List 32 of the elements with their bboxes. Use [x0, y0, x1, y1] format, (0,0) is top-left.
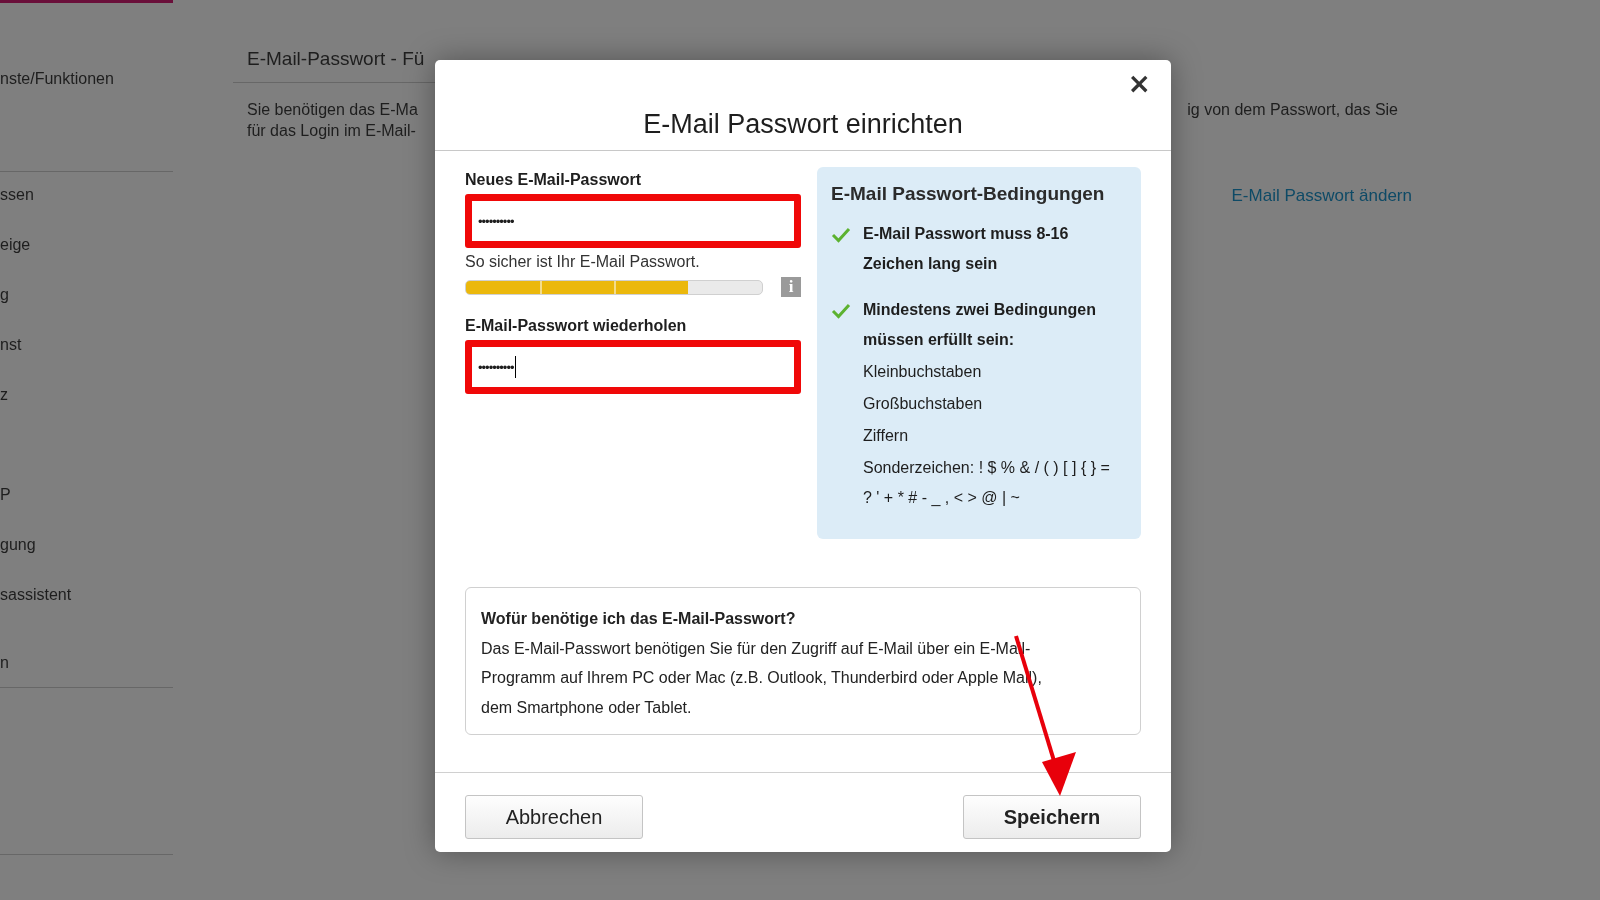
condition-text: Großbuchstaben	[863, 394, 984, 414]
page-text: ig von dem Passwort, das Sie	[1187, 100, 1398, 120]
check-icon	[831, 227, 851, 243]
strength-label: So sicher ist Ihr E-Mail Passwort.	[465, 253, 701, 271]
conditions-title: E-Mail Passwort-Bedingungen	[831, 183, 1106, 205]
page-text: Sie benötigen das E-Ma für das Login im E-Mail-	[247, 100, 418, 141]
field-label: Neues E-Mail-Passwort	[465, 171, 643, 189]
condition-text: Ziffern	[863, 426, 910, 446]
sidebar-item[interactable]: z	[0, 385, 173, 405]
condition-text: Sonderzeichen: ! $ % & / ( ) [ ] { } = ? ' + * # - _ , < > @ | ~	[863, 458, 1111, 508]
sidebar-item[interactable]: n	[0, 653, 173, 673]
condition-text: Mindestens zwei Bedingungen müssen erfüllt sein:	[863, 300, 1097, 350]
sidebar-item[interactable]: gung	[0, 535, 173, 555]
save-button[interactable]: Speichern	[963, 795, 1141, 839]
sidebar-item[interactable]: nste/Funktionen	[0, 69, 173, 89]
password-field[interactable]: ••••••••••	[465, 194, 801, 248]
field-label: E-Mail-Passwort wiederholen	[465, 317, 688, 335]
password-field[interactable]: ••••••••••	[465, 340, 801, 394]
sidebar-item[interactable]: ssen	[0, 185, 173, 205]
help-question: Wofür benötige ich das E-Mail-Passwort?	[481, 609, 797, 629]
info-icon[interactable]: i	[781, 277, 801, 297]
sidebar-item[interactable]: eige	[0, 235, 173, 255]
condition-text: E-Mail Passwort muss 8-16 Zeichen lang sein	[863, 224, 1070, 274]
close-button[interactable]: ×	[1123, 70, 1155, 98]
sidebar-item[interactable]: P	[0, 485, 173, 505]
check-icon	[831, 303, 851, 319]
change-password-link[interactable]: E-Mail Passwort ändern	[1231, 186, 1412, 206]
sidebar-item[interactable]: sassistent	[0, 585, 173, 605]
condition-text: Kleinbuchstaben	[863, 362, 983, 382]
sidebar-item[interactable]: g	[0, 285, 173, 305]
sidebar-item[interactable]: nst	[0, 335, 173, 355]
cancel-button[interactable]: Abbrechen	[465, 795, 643, 839]
